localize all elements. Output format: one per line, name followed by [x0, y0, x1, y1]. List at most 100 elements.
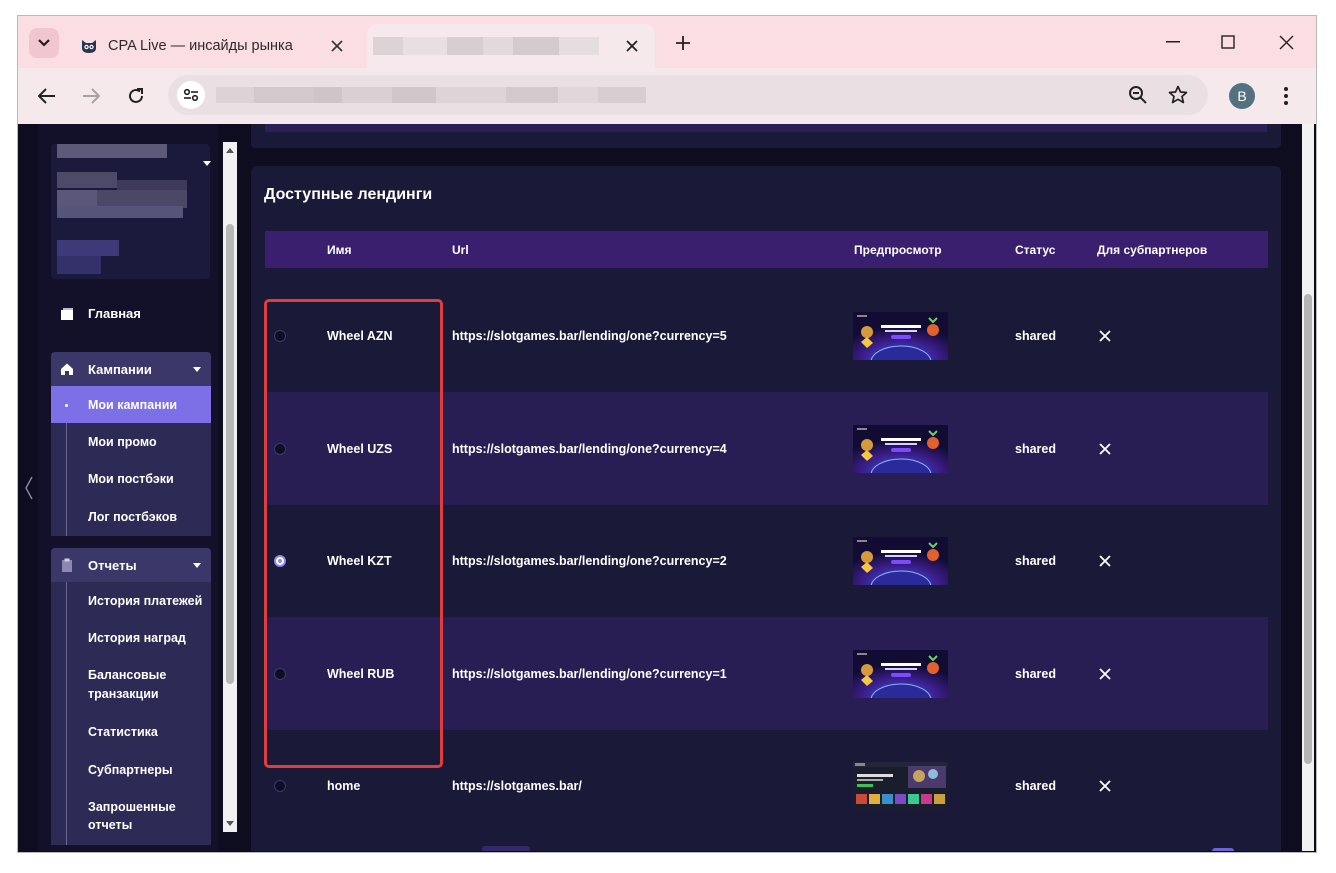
sidebar-item-payment-history[interactable]: История платежей: [51, 582, 211, 619]
sidebar-item-subpartners[interactable]: Субпартнеры: [51, 751, 211, 788]
url-blurred: [216, 87, 646, 103]
chevron-left-icon: [25, 476, 33, 500]
nav-group-reports-header[interactable]: Отчеты: [51, 548, 211, 582]
landing-url[interactable]: https://slotgames.bar/: [452, 729, 582, 842]
tab-search-button[interactable]: [29, 28, 59, 58]
sidebar-item-my-promo[interactable]: Мои промо: [51, 423, 211, 460]
browser-window: CPA Live — инсайды рынка B Главная Кампа…: [17, 15, 1317, 853]
column-header-name: Имя: [327, 242, 352, 257]
cat-icon: [82, 40, 96, 53]
tab-close-button[interactable]: [623, 37, 641, 55]
column-header-url: Url: [452, 242, 469, 257]
page-viewport: Главная Кампании Мои кампании Мои промо …: [18, 124, 1314, 851]
tune-icon: [183, 88, 199, 102]
active-dot-icon: [65, 403, 68, 407]
page-scroll-thumb[interactable]: [1304, 294, 1312, 764]
caret-down-icon: [193, 367, 201, 372]
back-button[interactable]: [33, 82, 61, 110]
landing-status: shared: [1015, 778, 1056, 793]
landing-url[interactable]: https://slotgames.bar/lending/one?curren…: [452, 504, 727, 617]
sidebar-item-postback-log[interactable]: Лог постбэков: [51, 498, 211, 536]
user-menu-caret-icon[interactable]: [203, 161, 211, 166]
forward-button[interactable]: [77, 82, 105, 110]
wheel-bonus-preview[interactable]: [853, 424, 948, 473]
casino-home-preview[interactable]: [853, 761, 948, 810]
wheel-bonus-preview[interactable]: [853, 649, 948, 698]
maximize-icon: [1221, 35, 1235, 49]
wheel-bonus-preview[interactable]: [853, 536, 948, 585]
sidebar-item-statistics[interactable]: Статистика: [51, 713, 211, 751]
sidebar-item-label: Балансовые транзакции: [88, 668, 167, 701]
user-card-blurred[interactable]: [51, 144, 211, 279]
close-icon: [1099, 667, 1111, 680]
previous-panel-inner: [265, 124, 1267, 132]
profile-avatar[interactable]: B: [1229, 83, 1255, 109]
landing-status: shared: [1015, 328, 1056, 343]
sidebar-item-label: Запрошенные отчеты: [88, 800, 176, 832]
tab-close-button[interactable]: [328, 37, 346, 55]
nav-home-label: Главная: [88, 306, 141, 321]
close-icon: [1099, 442, 1111, 455]
sub-list: Мои промо Мои постбэки Лог постбэков: [51, 423, 211, 536]
sidebar-item-label: Статистика: [88, 725, 158, 739]
chevron-down-icon: [38, 39, 50, 47]
nav-group-campaigns-header[interactable]: Кампании: [51, 352, 211, 386]
sidebar-item-my-postbacks[interactable]: Мои постбэки: [51, 460, 211, 498]
landing-url[interactable]: https://slotgames.bar/lending/one?curren…: [452, 617, 727, 730]
scroll-up-arrow-icon[interactable]: [226, 148, 234, 153]
clipboard-icon: [62, 558, 72, 572]
annotation-highlight-box: [264, 299, 443, 768]
sidebar-collapse-button[interactable]: [22, 476, 36, 500]
landing-status: shared: [1015, 441, 1056, 456]
sidebar-item-balance-transactions[interactable]: Балансовые транзакции: [51, 657, 206, 713]
previous-panel-bottom: [251, 124, 1281, 148]
sidebar-item-label: Мои постбэки: [88, 472, 174, 486]
sidebar-item-label: Субпартнеры: [88, 762, 173, 777]
zoom-button[interactable]: [1124, 81, 1152, 109]
scroll-down-arrow-icon[interactable]: [226, 821, 234, 826]
bookmark-button[interactable]: [1164, 81, 1192, 109]
browser-toolbar: B: [18, 68, 1316, 124]
sidebar: Главная Кампании Мои кампании Мои промо …: [38, 124, 218, 851]
nav-group-campaigns-label: Кампании: [88, 361, 152, 377]
minimize-button[interactable]: [1161, 30, 1185, 54]
tab-active[interactable]: [367, 24, 655, 68]
star-icon: [1168, 85, 1188, 104]
close-icon: [1099, 329, 1111, 342]
arrow-right-icon: [83, 88, 100, 104]
plus-icon: [676, 36, 690, 50]
sidebar-item-reward-history[interactable]: История наград: [51, 619, 211, 657]
landing-url[interactable]: https://slotgames.bar/lending/one?curren…: [452, 392, 727, 505]
reload-button[interactable]: [122, 82, 150, 110]
page-scrollbar[interactable]: [1302, 124, 1314, 851]
close-icon: [1099, 779, 1111, 792]
sidebar-item-my-campaigns[interactable]: Мои кампании: [51, 386, 211, 423]
sidebar-item-label: История наград: [88, 631, 186, 645]
nav-group-reports: Отчеты История платежей История наград Б…: [51, 548, 211, 845]
sidebar-item-label: Мои промо: [88, 434, 157, 449]
sidebar-scroll-thumb[interactable]: [226, 224, 234, 684]
landing-url[interactable]: https://slotgames.bar/lending/one?curren…: [452, 279, 727, 392]
sidebar-item-label: Мои кампании: [88, 397, 178, 412]
sidebar-item-label: Лог постбэков: [88, 510, 178, 524]
sidebar-scrollbar[interactable]: [223, 142, 237, 832]
wheel-bonus-preview[interactable]: [853, 311, 948, 360]
home-icon: [61, 363, 73, 375]
minimize-icon: [1166, 41, 1180, 43]
zoom-out-icon: [1129, 86, 1147, 104]
maximize-button[interactable]: [1216, 30, 1240, 54]
close-icon: [331, 40, 343, 52]
pagination-button[interactable]: [1212, 848, 1234, 851]
address-bar[interactable]: [168, 75, 1208, 115]
pagination-button[interactable]: [482, 846, 530, 851]
site-info-button[interactable]: [177, 81, 205, 109]
browser-menu-button[interactable]: [1274, 82, 1298, 110]
close-icon: [1099, 554, 1111, 567]
sidebar-item-requested-reports[interactable]: Запрошенные отчеты: [51, 788, 206, 844]
new-tab-button[interactable]: [672, 32, 694, 54]
tab-cpa-live[interactable]: CPA Live — инсайды рынка: [70, 24, 360, 68]
row-radio-button[interactable]: [274, 779, 286, 792]
table-header: Имя Url Предпросмотр Статус Для субпартн…: [265, 231, 1268, 268]
landing-status: shared: [1015, 553, 1056, 568]
close-window-button[interactable]: [1274, 30, 1298, 54]
